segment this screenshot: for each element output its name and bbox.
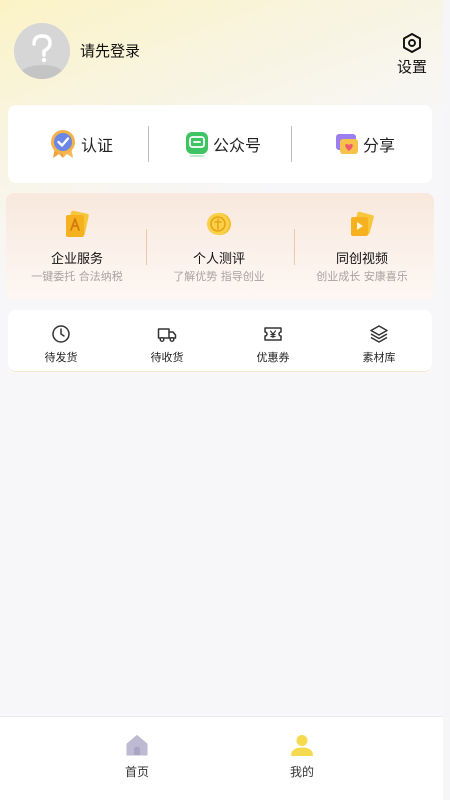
- hexagon-settings-icon: [403, 33, 421, 53]
- settings-label: 设置: [396, 58, 427, 76]
- settings-button[interactable]: 设置: [392, 32, 432, 80]
- bottom-tab-bar: 首页 我的: [0, 716, 443, 800]
- service-title: 企业服务: [50, 252, 103, 267]
- certification-label: 认证: [81, 136, 114, 155]
- share-button[interactable]: 分享: [333, 105, 395, 183]
- profile-header: 请先登录 设置: [0, 0, 443, 100]
- layers-icon: [370, 325, 388, 343]
- service-enterprise[interactable]: 企业服务 一键委托 合法纳税: [6, 193, 148, 300]
- enterprise-service-icon: [66, 210, 89, 237]
- shortcut-pending-receipt[interactable]: 待收货: [114, 310, 220, 372]
- video-icon: [351, 211, 374, 236]
- certification-badge-icon: [51, 130, 75, 158]
- service-subtitle: 一键委托 合法纳税: [31, 270, 123, 283]
- certification-button[interactable]: 认证: [49, 105, 113, 183]
- profile-page: 请先登录 设置 认证 公众号 分享 企业服务 一键委托 合法纳税 个人测评 了解…: [0, 0, 443, 800]
- official-account-button[interactable]: 公众号: [185, 105, 261, 183]
- shortcut-pending-shipment[interactable]: 待发货: [8, 310, 114, 372]
- shortcut-label: 优惠券: [256, 351, 290, 364]
- service-title: 同创视频: [335, 252, 388, 267]
- user-icon: [291, 735, 313, 756]
- personal-assessment-icon: [207, 213, 231, 235]
- quick-actions-card: 认证 公众号 分享: [8, 105, 432, 183]
- shortcut-label: 待收货: [150, 351, 184, 364]
- tab-mine[interactable]: 我的: [257, 717, 347, 800]
- divider: [148, 126, 149, 162]
- default-avatar-question-icon: [14, 23, 70, 79]
- shortcut-label: 素材库: [362, 351, 396, 364]
- official-account-label: 公众号: [213, 136, 262, 155]
- service-subtitle: 了解优势 指导创业: [173, 270, 265, 283]
- home-icon: [126, 735, 148, 756]
- clock-icon: [52, 325, 70, 343]
- divider: [146, 229, 147, 265]
- share-label: 分享: [363, 136, 396, 155]
- shortcut-materials[interactable]: 素材库: [326, 310, 432, 372]
- avatar[interactable]: [14, 23, 70, 79]
- service-subtitle: 创业成长 安康喜乐: [316, 270, 408, 283]
- shortcuts-card: 待发货 待收货 优惠券 素材库: [8, 310, 432, 372]
- service-video[interactable]: 同创视频 创业成长 安康喜乐: [291, 193, 433, 300]
- divider: [291, 126, 292, 162]
- shortcut-label: 待发货: [44, 351, 78, 364]
- services-card: 企业服务 一键委托 合法纳税 个人测评 了解优势 指导创业 同创视频 创业成长 …: [6, 193, 434, 300]
- delivery-truck-icon: [157, 328, 177, 342]
- shortcut-coupons[interactable]: 优惠券: [220, 310, 326, 372]
- wechat-official-account-icon: [186, 132, 208, 157]
- tab-label: 我的: [289, 765, 314, 779]
- service-assessment[interactable]: 个人测评 了解优势 指导创业: [148, 193, 290, 300]
- service-title: 个人测评: [192, 252, 245, 267]
- share-gift-icon: [336, 134, 358, 154]
- coupon-icon: [264, 327, 282, 341]
- tab-label: 首页: [124, 765, 149, 779]
- tab-home[interactable]: 首页: [92, 717, 182, 800]
- login-prompt[interactable]: 请先登录: [80, 40, 140, 61]
